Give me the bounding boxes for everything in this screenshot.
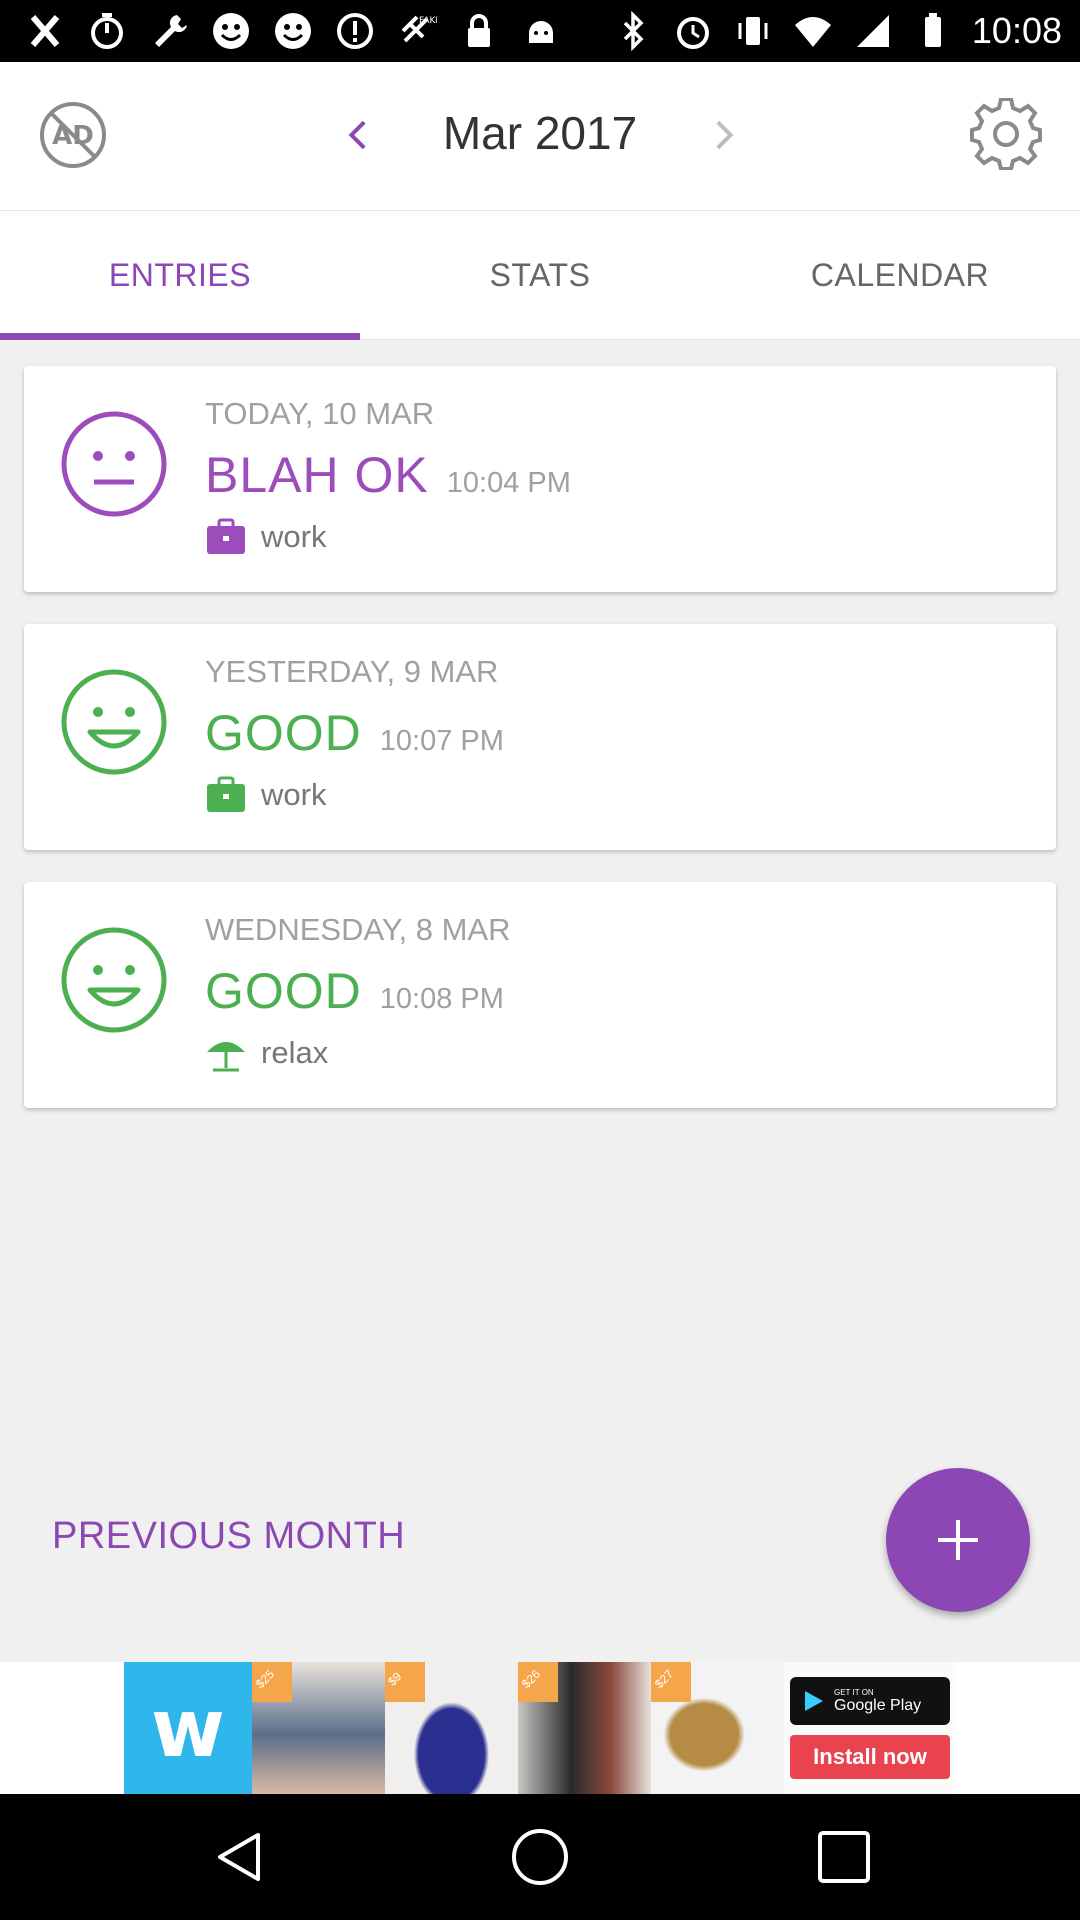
alarm-icon bbox=[672, 10, 714, 52]
battery-icon bbox=[912, 10, 954, 52]
entry-time: 10:04 PM bbox=[446, 467, 571, 499]
entry-date: TODAY, 10 MAR bbox=[205, 396, 435, 431]
play-store-icon bbox=[805, 1691, 823, 1711]
ad-shoe-image: $27 bbox=[651, 1662, 784, 1794]
umbrella-icon bbox=[205, 1032, 247, 1074]
price-tag: $25 bbox=[252, 1662, 292, 1702]
entry-activity: work bbox=[261, 519, 327, 554]
ad-shoe-image: $9 bbox=[385, 1662, 518, 1794]
timer-icon bbox=[86, 10, 128, 52]
previous-month-button[interactable]: PREVIOUS MONTH bbox=[52, 1515, 405, 1558]
price-tag: $9 bbox=[385, 1662, 425, 1702]
android-icon bbox=[520, 10, 562, 52]
tab-stats[interactable]: STATS bbox=[360, 211, 720, 339]
ad-banner[interactable]: w $25 $9 $26 $27 GET IT ON Google Play I… bbox=[0, 1662, 1080, 1794]
tab-entries[interactable]: ENTRIES bbox=[0, 211, 360, 340]
x-icon bbox=[24, 10, 66, 52]
back-icon[interactable] bbox=[210, 1827, 270, 1887]
remove-ads-icon[interactable]: AD bbox=[38, 100, 108, 170]
smiling-face-icon bbox=[60, 668, 168, 776]
entry-activity: work bbox=[261, 777, 327, 812]
app-header: AD Mar 2017 bbox=[0, 62, 1080, 210]
entry-mood: GOOD bbox=[205, 705, 362, 761]
month-title: Mar 2017 bbox=[442, 107, 638, 159]
wifi-icon bbox=[792, 10, 834, 52]
next-month-arrow[interactable] bbox=[700, 110, 750, 160]
entry-card[interactable]: YESTERDAY, 9 MAR GOOD 10:07 PM work bbox=[24, 624, 1056, 850]
previous-month-arrow[interactable] bbox=[332, 110, 382, 160]
price-tag: $26 bbox=[518, 1662, 558, 1702]
wish-logo: w bbox=[124, 1662, 252, 1794]
entry-time: 10:07 PM bbox=[379, 725, 504, 757]
fake-gps-icon: FAKE bbox=[396, 10, 438, 52]
bluetooth-icon bbox=[612, 10, 654, 52]
ad-shoe-image: $25 bbox=[252, 1662, 385, 1794]
google-play-badge: GET IT ON Google Play bbox=[790, 1677, 950, 1725]
smiley-icon bbox=[272, 10, 314, 52]
vibrate-icon bbox=[732, 10, 774, 52]
entry-mood: GOOD bbox=[205, 963, 362, 1019]
system-nav-bar bbox=[0, 1794, 1080, 1920]
briefcase-icon bbox=[205, 774, 247, 816]
add-entry-button[interactable] bbox=[886, 1468, 1030, 1612]
smiling-face-icon bbox=[60, 926, 168, 1034]
price-tag: $27 bbox=[651, 1662, 691, 1702]
tab-calendar[interactable]: CALENDAR bbox=[720, 211, 1080, 339]
lock-icon bbox=[458, 10, 500, 52]
smiley-icon bbox=[210, 10, 252, 52]
neutral-face-icon bbox=[60, 410, 168, 518]
home-icon[interactable] bbox=[510, 1827, 570, 1887]
wrench-icon bbox=[148, 10, 190, 52]
install-now-button[interactable]: Install now bbox=[790, 1735, 950, 1779]
ad-shoe-image: $26 bbox=[518, 1662, 651, 1794]
entry-activity: relax bbox=[261, 1035, 329, 1070]
tab-bar: ENTRIES STATS CALENDAR bbox=[0, 210, 1080, 340]
signal-icon bbox=[852, 10, 894, 52]
entry-mood: BLAH OK bbox=[205, 447, 429, 503]
clock-time: 10:08 bbox=[971, 10, 1062, 51]
status-bar: FAKE 10:08 bbox=[0, 0, 1080, 62]
entry-date: YESTERDAY, 9 MAR bbox=[205, 654, 499, 689]
entry-date: WEDNESDAY, 8 MAR bbox=[205, 912, 511, 947]
settings-gear-icon[interactable] bbox=[970, 97, 1042, 171]
plus-icon bbox=[938, 1520, 978, 1560]
alert-icon bbox=[334, 10, 376, 52]
briefcase-icon bbox=[205, 516, 247, 558]
entry-card[interactable]: WEDNESDAY, 8 MAR GOOD 10:08 PM relax bbox=[24, 882, 1056, 1108]
entry-time: 10:08 PM bbox=[379, 983, 504, 1015]
entry-card[interactable]: TODAY, 10 MAR BLAH OK 10:04 PM work bbox=[24, 366, 1056, 592]
svg-text:FAKE: FAKE bbox=[419, 16, 437, 26]
recents-icon[interactable] bbox=[814, 1827, 874, 1887]
